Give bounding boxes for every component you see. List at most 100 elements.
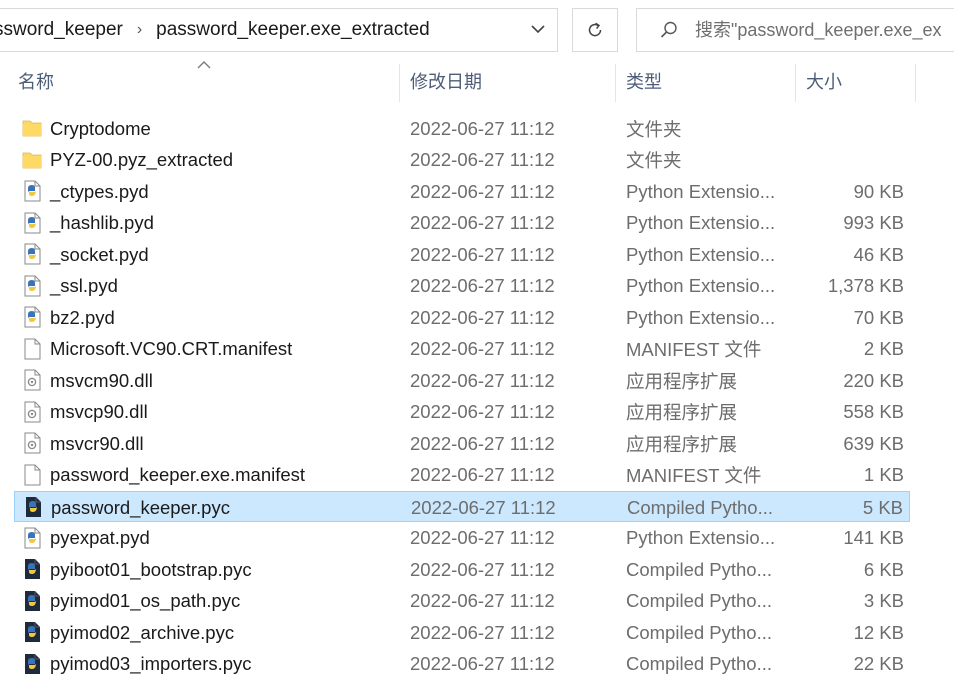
file-size: 70 KB xyxy=(853,306,904,328)
column-divider[interactable] xyxy=(915,64,916,102)
file-name[interactable]: password_keeper.exe.manifest xyxy=(50,460,305,491)
refresh-button[interactable] xyxy=(572,8,618,52)
file-name[interactable]: PYZ-00.pyz_extracted xyxy=(50,145,233,176)
file-name[interactable]: msvcp90.dll xyxy=(50,397,148,428)
file-size: 12 KB xyxy=(853,621,904,643)
file-type: Python Extensio... xyxy=(626,306,776,328)
file-name[interactable]: msvcr90.dll xyxy=(50,428,144,459)
file-date: 2022-06-27 11:12 xyxy=(410,180,555,202)
breadcrumb-chevron-icon[interactable]: › xyxy=(137,21,142,39)
address-bar[interactable]: ssword_keeper › password_keeper.exe_extr… xyxy=(0,8,558,52)
file-type: Compiled Pytho... xyxy=(626,653,773,674)
file-date: 2022-06-27 11:12 xyxy=(410,275,555,296)
file-row[interactable]: _socket.pyd 2022-06-27 11:12 Python Extens… xyxy=(14,239,910,270)
blank-file-icon xyxy=(24,464,41,485)
file-date: 2022-06-27 11:12 xyxy=(410,432,555,454)
folder-icon xyxy=(22,120,42,137)
file-type: 应用程序扩展 xyxy=(626,433,738,455)
search-input[interactable] xyxy=(695,19,954,41)
file-row[interactable]: pyimod03_importers.pyc 2022-06-27 11:12 Co… xyxy=(14,649,910,680)
column-date[interactable]: 修改日期 xyxy=(400,58,614,104)
file-size: 6 KB xyxy=(863,558,904,580)
file-size: 46 KB xyxy=(853,243,904,265)
file-name[interactable]: pyexpat.pyd xyxy=(50,523,150,554)
file-name[interactable]: pyimod03_importers.pyc xyxy=(50,649,252,680)
file-date: 2022-06-27 11:12 xyxy=(410,558,555,580)
column-type[interactable]: 类型 xyxy=(616,58,794,104)
file-date: 2022-06-27 11:12 xyxy=(410,117,555,139)
file-date: 2022-06-27 11:12 xyxy=(410,401,555,422)
file-row[interactable]: msvcr90.dll 2022-06-27 11:12 应用程序扩展 639 KB xyxy=(14,428,910,459)
file-name[interactable]: Cryptodome xyxy=(50,113,151,144)
file-type: Compiled Pytho... xyxy=(626,621,773,643)
file-date: 2022-06-27 11:12 xyxy=(410,590,555,611)
file-row[interactable]: password_keeper.exe.manifest 2022-06-27 1… xyxy=(14,460,910,491)
file-type: 应用程序扩展 xyxy=(626,402,738,423)
file-date: 2022-06-27 11:12 xyxy=(410,306,555,328)
file-row[interactable]: pyimod01_os_path.pyc 2022-06-27 11:12 Comp… xyxy=(14,586,910,617)
file-row[interactable]: Microsoft.VC90.CRT.manifest 2022-06-27 11… xyxy=(14,334,910,365)
file-row[interactable]: _ssl.pyd 2022-06-27 11:12 Python Extensio.… xyxy=(14,271,910,302)
dll-file-icon xyxy=(24,369,41,391)
file-row[interactable]: msvcp90.dll 2022-06-27 11:12 应用程序扩展 558 KB xyxy=(14,397,910,428)
blank-file-icon xyxy=(24,338,41,359)
file-name[interactable]: msvcm90.dll xyxy=(50,365,153,396)
compiled-python-icon xyxy=(25,559,40,579)
python-extension-icon xyxy=(24,243,41,265)
compiled-python-icon xyxy=(25,622,40,642)
file-type: MANIFEST 文件 xyxy=(626,339,762,360)
chevron-down-icon[interactable] xyxy=(529,20,547,38)
file-type: Python Extensio... xyxy=(626,275,776,296)
file-name[interactable]: password_keeper.pyc xyxy=(51,492,230,523)
file-row[interactable]: _hashlib.pyd 2022-06-27 11:12 Python Exten… xyxy=(14,208,910,239)
compiled-python-icon xyxy=(26,497,41,517)
file-type: Python Extensio... xyxy=(626,180,776,202)
search-box[interactable] xyxy=(636,8,954,52)
dll-file-icon xyxy=(24,432,41,454)
breadcrumb-parent[interactable]: ssword_keeper xyxy=(0,19,123,41)
file-name[interactable]: pyimod02_archive.pyc xyxy=(50,617,234,648)
file-name[interactable]: pyimod01_os_path.pyc xyxy=(50,586,240,617)
search-icon xyxy=(660,21,677,38)
file-name[interactable]: pyiboot01_bootstrap.pyc xyxy=(50,554,252,585)
file-row[interactable]: _ctypes.pyd 2022-06-27 11:12 Python Extens… xyxy=(14,176,910,207)
column-size[interactable]: 大小 xyxy=(796,58,914,104)
file-type: 文件夹 xyxy=(626,150,682,171)
file-row[interactable]: pyimod02_archive.pyc 2022-06-27 11:12 Comp… xyxy=(14,617,910,648)
file-size: 993 KB xyxy=(843,212,904,233)
column-header: 名称 修改日期 类型 大小 xyxy=(0,58,954,104)
file-row[interactable]: Cryptodome 2022-06-27 11:12 文件夹 xyxy=(14,113,910,144)
file-type: Python Extensio... xyxy=(626,243,776,265)
file-size: 3 KB xyxy=(863,590,904,611)
file-type: Compiled Pytho... xyxy=(626,590,773,611)
file-row[interactable]: msvcm90.dll 2022-06-27 11:12 应用程序扩展 220 KB xyxy=(14,365,910,396)
file-type: 应用程序扩展 xyxy=(626,370,738,392)
file-row[interactable]: pyiboot01_bootstrap.pyc 2022-06-27 11:12 C… xyxy=(14,554,910,585)
file-size: 141 KB xyxy=(843,527,904,548)
file-date: 2022-06-27 11:12 xyxy=(410,243,555,265)
file-name[interactable]: _ssl.pyd xyxy=(50,271,118,302)
compiled-python-icon xyxy=(25,590,40,611)
python-extension-icon xyxy=(24,306,41,328)
file-row[interactable]: password_keeper.pyc 2022-06-27 11:12 Compi… xyxy=(14,491,910,522)
file-type: Compiled Pytho... xyxy=(626,558,773,580)
file-size: 639 KB xyxy=(843,432,904,454)
file-name[interactable]: bz2.pyd xyxy=(50,302,115,333)
file-row[interactable]: pyexpat.pyd 2022-06-27 11:12 Python Extens… xyxy=(14,523,910,554)
column-name[interactable]: 名称 xyxy=(8,58,398,104)
file-name[interactable]: _socket.pyd xyxy=(50,239,149,270)
file-row[interactable]: bz2.pyd 2022-06-27 11:12 Python Extensio..… xyxy=(14,302,910,333)
file-type: Python Extensio... xyxy=(626,527,776,548)
file-name[interactable]: _ctypes.pyd xyxy=(50,176,149,207)
breadcrumb-current[interactable]: password_keeper.exe_extracted xyxy=(156,19,430,41)
file-date: 2022-06-27 11:12 xyxy=(410,369,555,391)
file-size: 1 KB xyxy=(863,464,904,485)
folder-icon xyxy=(22,152,42,168)
file-size: 5 KB xyxy=(862,496,903,518)
file-date: 2022-06-27 11:12 xyxy=(410,527,555,548)
file-size: 558 KB xyxy=(843,401,904,422)
file-name[interactable]: Microsoft.VC90.CRT.manifest xyxy=(50,334,292,365)
python-extension-icon xyxy=(24,527,41,548)
file-name[interactable]: _hashlib.pyd xyxy=(50,208,154,239)
file-row[interactable]: PYZ-00.pyz_extracted 2022-06-27 11:12 文件夹 xyxy=(14,145,910,176)
